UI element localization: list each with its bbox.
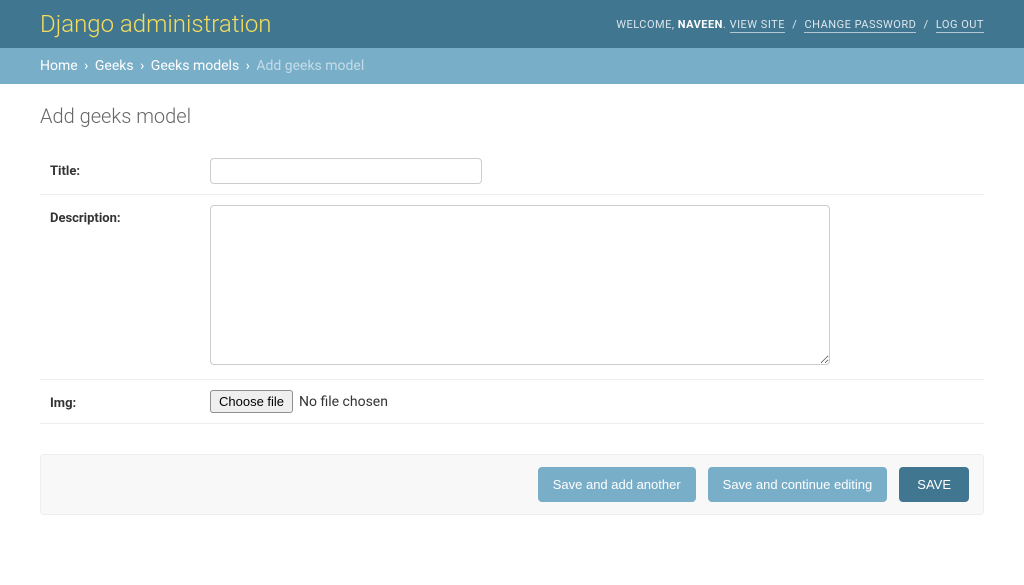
breadcrumb-sep: › bbox=[137, 58, 147, 74]
breadcrumb-home[interactable]: Home bbox=[40, 58, 78, 74]
img-label: Img: bbox=[40, 390, 210, 411]
sep-slash-1: / bbox=[785, 18, 805, 31]
breadcrumb-sep: › bbox=[81, 58, 91, 74]
change-password-link[interactable]: CHANGE PASSWORD bbox=[804, 18, 916, 33]
save-add-another-button[interactable]: Save and add another bbox=[538, 467, 696, 502]
breadcrumb: Home › Geeks › Geeks models › Add geeks … bbox=[0, 48, 1024, 84]
field-row-description: Description: bbox=[40, 195, 984, 380]
view-site-link[interactable]: VIEW SITE bbox=[730, 18, 785, 33]
title-input[interactable] bbox=[210, 158, 482, 184]
welcome-text: WELCOME, bbox=[616, 18, 678, 31]
log-out-link[interactable]: LOG OUT bbox=[936, 18, 984, 33]
branding-title: Django administration bbox=[40, 10, 272, 38]
sep-dot: . bbox=[723, 18, 730, 31]
description-label: Description: bbox=[40, 205, 210, 226]
file-status-text: No file chosen bbox=[299, 394, 388, 410]
breadcrumb-app[interactable]: Geeks bbox=[95, 58, 134, 74]
submit-row: Save and add another Save and continue e… bbox=[40, 454, 984, 515]
save-button[interactable]: SAVE bbox=[899, 467, 969, 502]
description-textarea[interactable] bbox=[210, 205, 830, 365]
field-row-title: Title: bbox=[40, 148, 984, 195]
username: NAVEEN bbox=[678, 18, 723, 31]
user-tools: WELCOME, NAVEEN. VIEW SITE / CHANGE PASS… bbox=[616, 18, 984, 31]
breadcrumb-sep: › bbox=[243, 58, 253, 74]
breadcrumb-current: Add geeks model bbox=[256, 58, 364, 74]
save-continue-button[interactable]: Save and continue editing bbox=[708, 467, 888, 502]
sep-slash-2: / bbox=[916, 18, 936, 31]
content: Add geeks model Title: Description: Img:… bbox=[0, 84, 1024, 545]
field-row-img: Img: Choose file No file chosen bbox=[40, 380, 984, 424]
admin-header: Django administration WELCOME, NAVEEN. V… bbox=[0, 0, 1024, 48]
breadcrumb-model[interactable]: Geeks models bbox=[151, 58, 239, 74]
title-label: Title: bbox=[40, 158, 210, 179]
page-title: Add geeks model bbox=[40, 104, 984, 128]
choose-file-button[interactable]: Choose file bbox=[210, 390, 293, 413]
